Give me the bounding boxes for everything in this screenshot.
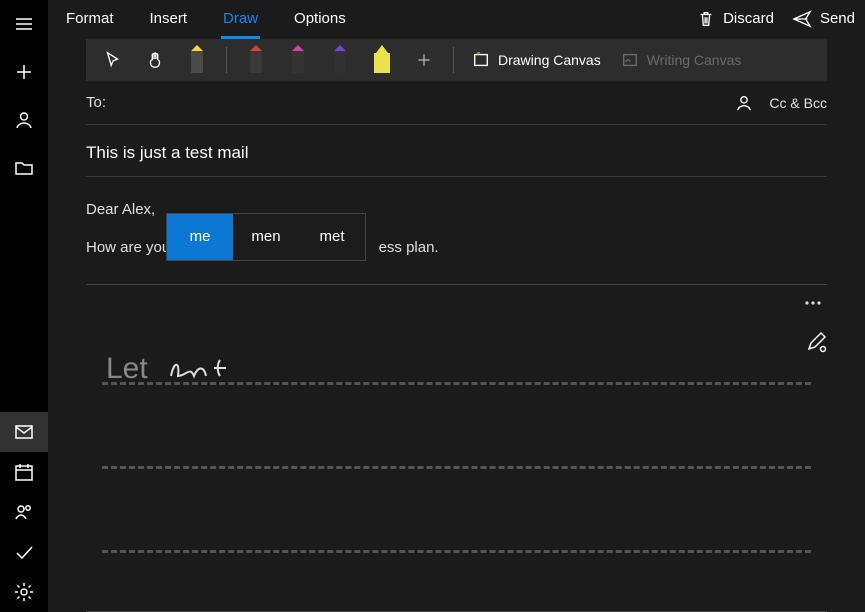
writing-line-2[interactable] xyxy=(102,409,811,469)
drawing-canvas-label: Drawing Canvas xyxy=(498,52,601,68)
suggestion-2[interactable]: men xyxy=(233,214,299,260)
main-area: Format Insert Draw Options Discard Send xyxy=(48,0,865,612)
tab-draw[interactable]: Draw xyxy=(215,4,266,33)
discard-button[interactable]: Discard xyxy=(697,10,774,28)
person-icon xyxy=(14,110,34,130)
select-tool[interactable] xyxy=(96,39,130,81)
to-label: To: xyxy=(86,94,106,111)
add-pen-button[interactable] xyxy=(407,39,441,81)
suggestion-1[interactable]: me xyxy=(167,214,233,260)
ccbcc-button[interactable]: Cc & Bcc xyxy=(769,95,827,111)
canvas-add-icon xyxy=(472,51,490,69)
highlighter-icon xyxy=(373,45,391,75)
check-icon xyxy=(14,542,34,562)
mail-icon xyxy=(14,422,34,442)
calendar-app-button[interactable] xyxy=(0,452,48,492)
draw-toolstrip: Drawing Canvas Writing Canvas xyxy=(86,39,827,81)
writing-area[interactable]: Let xyxy=(86,325,827,591)
pen-2[interactable] xyxy=(239,39,273,81)
mail-app-button[interactable] xyxy=(0,412,48,452)
subject-field[interactable]: This is just a test mail xyxy=(86,129,827,177)
trash-icon xyxy=(697,10,715,28)
writing-line-1[interactable]: Let xyxy=(102,325,811,385)
recognized-text: Let xyxy=(106,352,148,386)
ink-more-button[interactable] xyxy=(799,289,827,317)
pen-icon xyxy=(331,45,349,75)
send-label: Send xyxy=(820,10,855,27)
ribbon-tabbar: Format Insert Draw Options Discard Send xyxy=(48,0,865,37)
calendar-icon xyxy=(14,462,34,482)
divider xyxy=(226,47,227,73)
body-line-2-pre: How are you xyxy=(86,239,170,256)
writing-canvas-section: Let xyxy=(86,284,827,612)
todo-app-button[interactable] xyxy=(0,532,48,572)
new-mail-button[interactable] xyxy=(0,48,48,96)
folder-icon xyxy=(14,158,34,178)
hamburger-icon xyxy=(14,14,34,34)
pen-icon xyxy=(188,45,206,75)
ellipsis-icon xyxy=(803,299,823,307)
send-button[interactable]: Send xyxy=(792,10,855,28)
menu-button[interactable] xyxy=(0,0,48,48)
tab-insert[interactable]: Insert xyxy=(142,4,196,33)
highlighter[interactable] xyxy=(365,39,399,81)
message-body[interactable]: Dear Alex, How are you ess plan. me men … xyxy=(86,177,827,260)
accounts-button[interactable] xyxy=(0,96,48,144)
pen-icon xyxy=(247,45,265,75)
pen-icon xyxy=(289,45,307,75)
people-app-button[interactable] xyxy=(0,492,48,532)
handwriting-ink xyxy=(166,346,246,386)
cursor-icon xyxy=(104,51,122,69)
writing-line-3[interactable] xyxy=(102,493,811,553)
subject-text: This is just a test mail xyxy=(86,143,249,163)
discard-label: Discard xyxy=(723,10,774,27)
nav-rail xyxy=(0,0,48,612)
writing-canvas-label: Writing Canvas xyxy=(647,52,742,68)
contact-picker-icon[interactable] xyxy=(735,94,753,112)
compose-fields: To: Cc & Bcc This is just a test mail De… xyxy=(48,81,865,612)
plus-icon xyxy=(14,62,34,82)
settings-button[interactable] xyxy=(0,572,48,612)
pen-1[interactable] xyxy=(180,39,214,81)
people-icon xyxy=(14,502,34,522)
pen-4[interactable] xyxy=(323,39,357,81)
gear-icon xyxy=(14,582,34,602)
pen-3[interactable] xyxy=(281,39,315,81)
touch-draw-tool[interactable] xyxy=(138,39,172,81)
body-line-2-post: ess plan. xyxy=(379,239,439,256)
writing-canvas-button[interactable]: Writing Canvas xyxy=(615,51,748,69)
tab-format[interactable]: Format xyxy=(58,4,122,33)
drawing-canvas-button[interactable]: Drawing Canvas xyxy=(466,51,607,69)
send-icon xyxy=(792,10,812,28)
suggestion-3[interactable]: met xyxy=(299,214,365,260)
divider xyxy=(453,47,454,73)
writing-canvas-icon xyxy=(621,51,639,69)
hand-icon xyxy=(146,51,164,69)
ime-suggestion-bar: me men met xyxy=(166,213,366,261)
plus-thin-icon xyxy=(416,52,432,68)
folders-button[interactable] xyxy=(0,144,48,192)
to-field-row[interactable]: To: Cc & Bcc xyxy=(86,81,827,125)
tab-options[interactable]: Options xyxy=(286,4,354,33)
